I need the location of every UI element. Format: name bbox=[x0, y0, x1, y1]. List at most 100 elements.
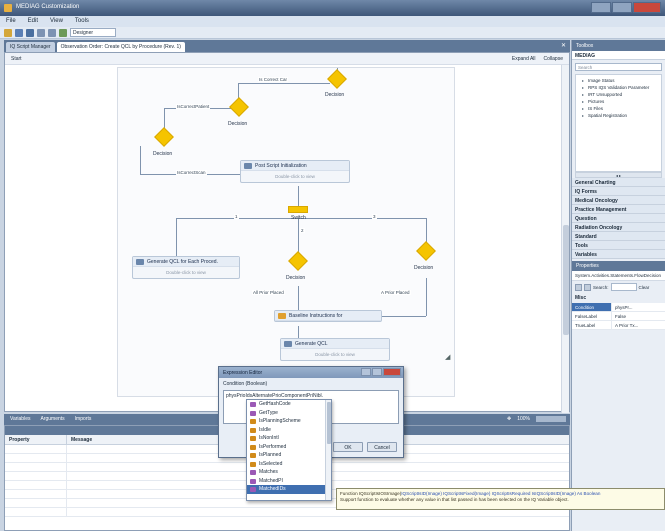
dialog-maximize-button[interactable] bbox=[372, 368, 382, 376]
intellisense-item[interactable]: IsPlanned bbox=[247, 451, 331, 460]
zoom-slider[interactable] bbox=[536, 416, 566, 422]
activity-baseline-instructions[interactable]: Baseline Instructions for bbox=[274, 310, 382, 322]
open-icon[interactable] bbox=[15, 28, 23, 37]
activity-post-script[interactable]: Post Script Initialization Double-click … bbox=[240, 160, 350, 183]
intellisense-item[interactable]: IsPlanningScheme bbox=[247, 417, 331, 426]
arguments-tab[interactable]: Arguments bbox=[40, 416, 64, 423]
switch-node[interactable] bbox=[288, 206, 308, 213]
flowchart-canvas[interactable]: Decision Decision Decision Decision Deci… bbox=[117, 67, 455, 397]
zoom-level[interactable]: 100% bbox=[517, 416, 530, 422]
toolbar: Designer bbox=[0, 27, 665, 39]
property-value[interactable]: physPr... bbox=[612, 303, 636, 311]
toolbox-item[interactable]: Pictures bbox=[578, 98, 659, 105]
property-key: FalseLabel bbox=[572, 312, 612, 320]
intellisense-item[interactable]: IsPerformed bbox=[247, 443, 331, 452]
designer-scrollbar[interactable] bbox=[561, 65, 569, 413]
tab-observation-order[interactable]: Observation Order: Create QCL by Procedu… bbox=[56, 42, 185, 52]
imports-tab[interactable]: Imports bbox=[75, 416, 92, 423]
cancel-button[interactable]: Cancel bbox=[367, 442, 397, 452]
collapse-link[interactable]: Collapse bbox=[544, 56, 563, 62]
intellisense-item[interactable]: MatchedIDs bbox=[247, 485, 331, 494]
intellisense-item[interactable]: IsNonIntl bbox=[247, 434, 331, 443]
connector bbox=[140, 146, 141, 174]
menu-tools[interactable]: Tools bbox=[75, 18, 89, 27]
decision-node[interactable] bbox=[229, 97, 249, 117]
ok-button[interactable]: OK bbox=[333, 442, 363, 452]
menu-bar: File Edit View Tools bbox=[0, 16, 665, 27]
property-row[interactable]: Condition physPr... bbox=[572, 303, 665, 312]
dialog-minimize-button[interactable] bbox=[361, 368, 371, 376]
alphabetical-icon[interactable] bbox=[584, 283, 591, 291]
undo-icon[interactable] bbox=[37, 28, 45, 37]
properties-clear-button[interactable]: Clear bbox=[639, 285, 650, 290]
toolbox-category[interactable]: Practice Management bbox=[572, 205, 665, 214]
toolbox-item[interactable]: Spatial Registration bbox=[578, 112, 659, 119]
toolbox-item[interactable]: IS Files bbox=[578, 105, 659, 112]
menu-edit[interactable]: Edit bbox=[28, 18, 38, 27]
toolbox-category[interactable]: Question bbox=[572, 214, 665, 223]
decision-node[interactable] bbox=[154, 127, 174, 147]
toolbox-search-input[interactable]: Search bbox=[575, 63, 662, 71]
intellisense-item-label: MatchedIDs bbox=[259, 486, 286, 492]
pan-icon[interactable]: ✥ bbox=[507, 416, 511, 422]
close-tab-icon[interactable]: ✕ bbox=[561, 42, 566, 49]
toolbox-group[interactable]: MEDIAG bbox=[572, 51, 665, 60]
tab-script-manager[interactable]: IQ Script Manager bbox=[6, 42, 55, 52]
properties-search-input[interactable] bbox=[610, 283, 637, 291]
toolbox-item[interactable]: IRT Unsupported bbox=[578, 91, 659, 98]
decision-node[interactable] bbox=[288, 251, 308, 271]
intellisense-item[interactable]: IsSelected bbox=[247, 460, 331, 469]
run-icon[interactable] bbox=[59, 28, 67, 37]
decision-caption: Decision bbox=[228, 121, 248, 127]
variables-tab[interactable]: Variables bbox=[10, 416, 30, 423]
menu-file[interactable]: File bbox=[6, 18, 16, 27]
dialog-close-button[interactable] bbox=[383, 368, 401, 376]
minimize-button[interactable] bbox=[591, 2, 611, 13]
toolbox-category[interactable]: Radiation Oncology bbox=[572, 223, 665, 232]
column-message[interactable]: Message bbox=[67, 435, 96, 444]
switch-caption: Switch bbox=[291, 215, 306, 221]
property-row[interactable]: TrueLabel A Prior Tx... bbox=[572, 321, 665, 330]
toolbox-category[interactable]: Tools bbox=[572, 241, 665, 250]
new-icon[interactable] bbox=[4, 28, 12, 37]
designer-start-label: Start bbox=[11, 56, 22, 62]
toolbox-category[interactable]: General Charting bbox=[572, 178, 665, 187]
intellisense-item[interactable]: Matches bbox=[247, 468, 331, 477]
intellisense-item[interactable]: GetType bbox=[247, 409, 331, 418]
view-dropdown[interactable]: Designer bbox=[70, 28, 116, 37]
property-value[interactable]: A Prior Tx... bbox=[612, 321, 641, 329]
intellisense-item[interactable]: MatchedPI bbox=[247, 477, 331, 486]
save-icon[interactable] bbox=[26, 28, 34, 37]
activity-generate-qcl[interactable]: Generate QCL Double-click to view bbox=[280, 338, 390, 361]
properties-search-label: Search: bbox=[593, 284, 609, 290]
maximize-button[interactable] bbox=[612, 2, 632, 13]
redo-icon[interactable] bbox=[48, 28, 56, 37]
toolbox-category[interactable]: Standard bbox=[572, 232, 665, 241]
toolbox-category[interactable]: Medical Oncology bbox=[572, 196, 665, 205]
intellisense-list[interactable]: GetHashCode GetType IsPlanningScheme IsIdle… bbox=[246, 399, 332, 501]
edge-label: A Prior Placed bbox=[380, 290, 411, 295]
properties-group-misc[interactable]: Misc bbox=[572, 293, 665, 303]
property-value[interactable]: False bbox=[612, 312, 629, 320]
activity-generate-qcl-start[interactable]: Generate QCL for Each Proced. Double-cli… bbox=[132, 256, 240, 279]
decision-node[interactable] bbox=[416, 241, 436, 261]
intellisense-item[interactable]: GetHashCode bbox=[247, 400, 331, 409]
scrollbar-thumb[interactable] bbox=[327, 402, 331, 444]
property-row[interactable]: FalseLabel False bbox=[572, 312, 665, 321]
intellisense-scrollbar[interactable] bbox=[325, 400, 331, 500]
column-property[interactable]: Property bbox=[5, 435, 67, 444]
scrollbar-thumb[interactable] bbox=[563, 225, 569, 335]
toolbox-category[interactable]: Variables bbox=[572, 250, 665, 259]
expand-all-link[interactable]: Expand All bbox=[512, 56, 536, 62]
toolbox-item[interactable]: Image Status bbox=[578, 77, 659, 84]
categorized-icon[interactable] bbox=[575, 283, 582, 291]
intellisense-item[interactable]: IsIdle bbox=[247, 426, 331, 435]
close-button[interactable] bbox=[633, 2, 661, 13]
resize-grip-icon[interactable]: ◢ bbox=[445, 353, 450, 361]
decision-node[interactable] bbox=[327, 69, 347, 89]
menu-view[interactable]: View bbox=[50, 18, 63, 27]
toolbox-item[interactable]: RPS IQS Validation Parameter bbox=[578, 84, 659, 91]
activity-title: Post Script Initialization bbox=[255, 163, 307, 169]
toolbox-category[interactable]: IQ Forms bbox=[572, 187, 665, 196]
activity-title: Generate QCL bbox=[295, 341, 328, 347]
